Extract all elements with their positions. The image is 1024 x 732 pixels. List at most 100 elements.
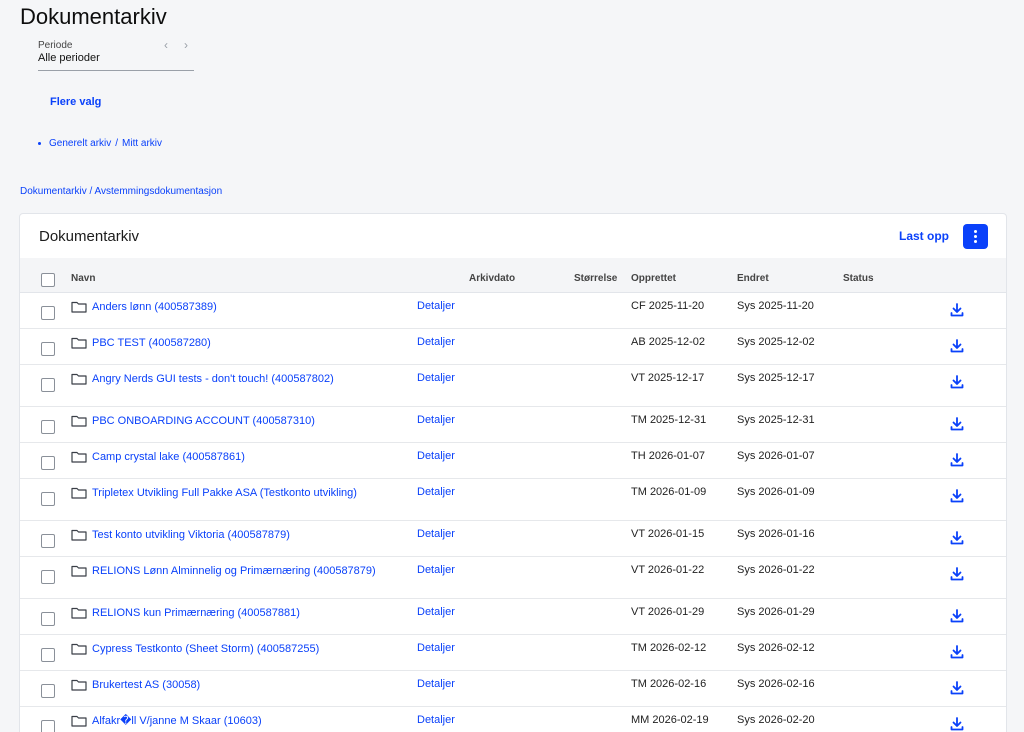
folder-icon — [71, 451, 87, 463]
row-name-link[interactable]: Cypress Testkonto (Sheet Storm) (4005872… — [92, 642, 392, 656]
row-changed: Sys 2026-01-22 — [737, 564, 815, 576]
row-changed: Sys 2025-11-20 — [737, 300, 814, 312]
row-created: CF 2025-11-20 — [631, 300, 705, 312]
general-archive-link[interactable]: Generelt arkiv — [49, 138, 111, 149]
row-checkbox[interactable] — [41, 648, 55, 662]
download-icon[interactable] — [950, 531, 964, 545]
table-header: Navn Arkivdato Størrelse Opprettet Endre… — [20, 258, 1006, 293]
row-details-link[interactable]: Detaljer — [417, 450, 455, 462]
row-name-link[interactable]: Angry Nerds GUI tests - don't touch! (40… — [92, 372, 392, 386]
row-checkbox[interactable] — [41, 456, 55, 470]
column-status[interactable]: Status — [843, 273, 874, 284]
row-name-link[interactable]: Alfakr�ll V/janne M Skaar (10603) — [92, 714, 392, 728]
download-icon[interactable] — [950, 489, 964, 503]
select-all-checkbox[interactable] — [41, 273, 55, 287]
my-archive-link[interactable]: Mitt arkiv — [122, 138, 162, 149]
chevron-left-icon[interactable]: ‹ — [164, 38, 168, 52]
row-details-link[interactable]: Detaljer — [417, 300, 455, 312]
row-details-link[interactable]: Detaljer — [417, 606, 455, 618]
row-checkbox[interactable] — [41, 570, 55, 584]
download-icon[interactable] — [950, 453, 964, 467]
download-icon[interactable] — [950, 645, 964, 659]
kebab-menu-icon[interactable] — [963, 224, 988, 249]
row-created: TM 2026-02-16 — [631, 678, 707, 690]
download-icon[interactable] — [950, 717, 964, 731]
row-details-link[interactable]: Detaljer — [417, 714, 455, 726]
row-name-link[interactable]: PBC TEST (400587280) — [92, 336, 392, 350]
table-row[interactable]: Tripletex Utvikling Full Pakke ASA (Test… — [20, 479, 1006, 521]
download-icon[interactable] — [950, 339, 964, 353]
table-row[interactable]: Alfakr�ll V/janne M Skaar (10603) Detalje… — [20, 707, 1006, 732]
folder-icon — [71, 679, 87, 691]
folder-icon — [71, 337, 87, 349]
row-name-link[interactable]: RELIONS kun Primærnæring (400587881) — [92, 606, 392, 620]
row-details-link[interactable]: Detaljer — [417, 372, 455, 384]
breadcrumb-root[interactable]: Dokumentarkiv — [20, 186, 87, 197]
row-checkbox[interactable] — [41, 492, 55, 506]
row-name-link[interactable]: RELIONS Lønn Alminnelig og Primærnæring … — [92, 564, 392, 578]
row-checkbox[interactable] — [41, 684, 55, 698]
table-row[interactable]: RELIONS kun Primærnæring (400587881) Deta… — [20, 599, 1006, 635]
row-checkbox[interactable] — [41, 420, 55, 434]
row-details-link[interactable]: Detaljer — [417, 528, 455, 540]
row-name-link[interactable]: Test konto utvikling Viktoria (400587879… — [92, 528, 392, 542]
row-name-link[interactable]: Camp crystal lake (400587861) — [92, 450, 392, 464]
row-details-link[interactable]: Detaljer — [417, 486, 455, 498]
period-nav: ‹ › — [164, 38, 188, 52]
row-checkbox[interactable] — [41, 306, 55, 320]
row-name-link[interactable]: Anders lønn (400587389) — [92, 300, 392, 314]
column-size[interactable]: Størrelse — [574, 273, 617, 284]
table-row[interactable]: PBC TEST (400587280) Detaljer AB 2025-12-0… — [20, 329, 1006, 365]
row-name-link[interactable]: Tripletex Utvikling Full Pakke ASA (Test… — [92, 486, 392, 500]
table-row[interactable]: PBC ONBOARDING ACCOUNT (400587310) Detalj… — [20, 407, 1006, 443]
row-created: AB 2025-12-02 — [631, 336, 705, 348]
folder-icon — [71, 487, 87, 499]
download-icon[interactable] — [950, 567, 964, 581]
row-checkbox[interactable] — [41, 378, 55, 392]
download-icon[interactable] — [950, 609, 964, 623]
table-row[interactable]: Anders lønn (400587389) Detaljer CF 2025-1… — [20, 293, 1006, 329]
row-created: TM 2026-01-09 — [631, 486, 707, 498]
more-options-link[interactable]: Flere valg — [50, 96, 101, 108]
upload-button[interactable]: Last opp — [899, 229, 949, 243]
row-details-link[interactable]: Detaljer — [417, 642, 455, 654]
folder-icon — [71, 373, 87, 385]
row-name-link[interactable]: Brukertest AS (30058) — [92, 678, 392, 692]
download-icon[interactable] — [950, 417, 964, 431]
download-icon[interactable] — [950, 375, 964, 389]
row-created: VT 2026-01-29 — [631, 606, 705, 618]
row-details-link[interactable]: Detaljer — [417, 336, 455, 348]
column-name[interactable]: Navn — [71, 273, 95, 284]
table-row[interactable]: RELIONS Lønn Alminnelig og Primærnæring … — [20, 557, 1006, 599]
row-checkbox[interactable] — [41, 720, 55, 732]
column-changed[interactable]: Endret — [737, 273, 769, 284]
folder-icon — [71, 301, 87, 313]
row-details-link[interactable]: Detaljer — [417, 564, 455, 576]
row-details-link[interactable]: Detaljer — [417, 414, 455, 426]
row-name-link[interactable]: PBC ONBOARDING ACCOUNT (400587310) — [92, 414, 392, 428]
chevron-right-icon[interactable]: › — [184, 38, 188, 52]
row-details-link[interactable]: Detaljer — [417, 678, 455, 690]
table-row[interactable]: Angry Nerds GUI tests - don't touch! (40… — [20, 365, 1006, 407]
download-icon[interactable] — [950, 303, 964, 317]
row-checkbox[interactable] — [41, 342, 55, 356]
row-changed: Sys 2026-01-29 — [737, 606, 815, 618]
folder-icon — [71, 415, 87, 427]
column-created[interactable]: Opprettet — [631, 273, 676, 284]
row-created: VT 2026-01-22 — [631, 564, 705, 576]
row-checkbox[interactable] — [41, 612, 55, 626]
table-row[interactable]: Brukertest AS (30058) Detaljer TM 2026-02-… — [20, 671, 1006, 707]
breadcrumb: Dokumentarkiv / Avstemmingsdokumentasjon — [20, 186, 222, 197]
period-selector[interactable]: Periode Alle perioder ‹ › — [38, 38, 194, 71]
table-row[interactable]: Camp crystal lake (400587861) Detaljer TH … — [20, 443, 1006, 479]
breadcrumb-current[interactable]: Avstemmingsdokumentasjon — [95, 186, 223, 197]
folder-icon — [71, 643, 87, 655]
row-changed: Sys 2025-12-02 — [737, 336, 815, 348]
table-row[interactable]: Test konto utvikling Viktoria (400587879… — [20, 521, 1006, 557]
period-value[interactable]: Alle perioder — [38, 52, 194, 64]
row-checkbox[interactable] — [41, 534, 55, 548]
table-row[interactable]: Cypress Testkonto (Sheet Storm) (4005872… — [20, 635, 1006, 671]
folder-icon — [71, 565, 87, 577]
column-archive-date[interactable]: Arkivdato — [469, 273, 515, 284]
download-icon[interactable] — [950, 681, 964, 695]
